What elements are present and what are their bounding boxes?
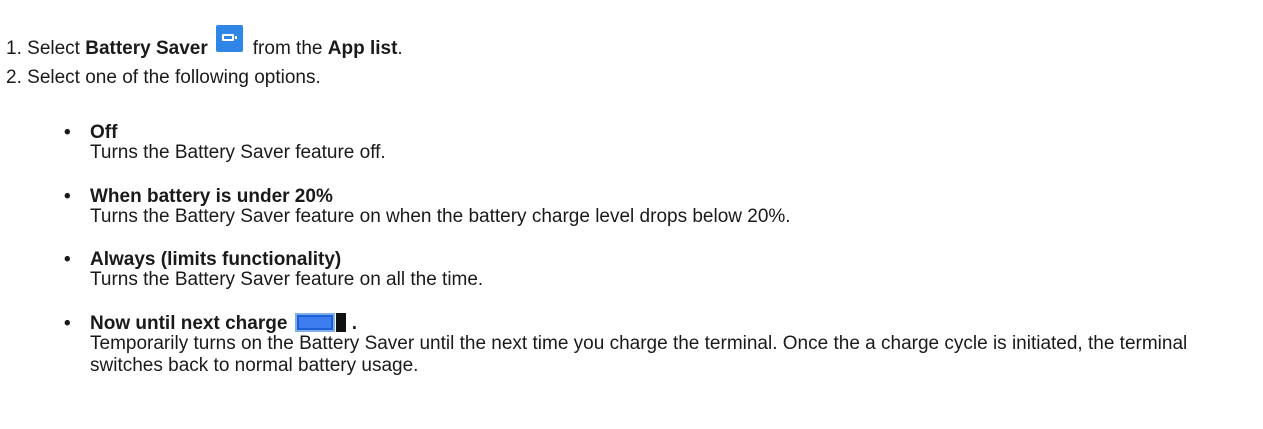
app-list-label: App list <box>327 38 398 59</box>
step-punctuation: . <box>397 38 403 59</box>
option-off: • Off Turns the Battery Saver feature of… <box>64 122 1244 164</box>
option-description: Turns the Battery Saver feature on when … <box>90 206 791 227</box>
step-text: Select one of the following options. <box>27 67 321 88</box>
option-always: • Always (limits functionality) Turns th… <box>64 249 1244 291</box>
option-title-text: Now until next charge <box>90 313 288 334</box>
option-title: When battery is under 20% <box>90 186 333 207</box>
step-number: 2. <box>6 67 22 88</box>
option-title-suffix: . <box>351 313 357 334</box>
battery-charge-icon <box>295 313 347 332</box>
step-number: 1. <box>6 38 22 59</box>
option-title: Now until next charge . <box>90 313 1244 335</box>
bullet: • <box>64 313 71 334</box>
option-title: Off <box>90 122 118 143</box>
option-description: Temporarily turns on the Battery Saver u… <box>90 333 1188 376</box>
option-title: Always (limits functionality) <box>90 249 342 270</box>
step-1: 1. Select Battery Saver from the App list… <box>6 25 403 60</box>
bullet: • <box>64 249 71 270</box>
option-under-20: • When battery is under 20% Turns the Ba… <box>64 186 1244 228</box>
option-description: Turns the Battery Saver feature off. <box>90 142 386 163</box>
step-2: 2. Select one of the following options. <box>6 67 321 89</box>
option-now-until-next-charge: • Now until next charge . Temporarily tu… <box>64 313 1244 377</box>
app-name: Battery Saver <box>85 38 208 59</box>
bullet: • <box>64 186 71 207</box>
step-text: from the <box>252 38 323 59</box>
option-description: Turns the Battery Saver feature on all t… <box>90 269 484 290</box>
bullet: • <box>64 122 71 143</box>
step-text: Select <box>27 38 80 59</box>
battery-saver-app-icon <box>215 25 243 52</box>
